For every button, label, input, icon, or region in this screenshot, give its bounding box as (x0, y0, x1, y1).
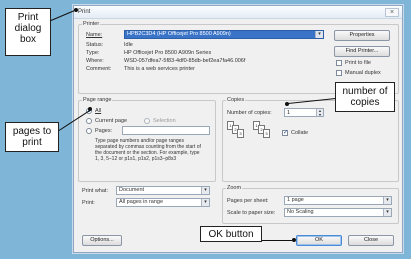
pages-per-sheet-select[interactable]: 1 page ▾ (284, 196, 392, 205)
spinner-icon[interactable]: ▴ ▾ (316, 109, 323, 116)
where-label: Where: (86, 58, 104, 64)
comment-label: Comment: (86, 66, 112, 72)
number-of-copies-label: Number of copies: (227, 110, 272, 116)
dialog-titlebar: Print × (74, 6, 402, 19)
callout-ok-button: OK button (200, 226, 262, 242)
chevron-down-icon[interactable]: ▾ (201, 199, 209, 206)
chevron-down-icon[interactable]: ▾ (315, 31, 323, 38)
properties-button[interactable]: Properties (334, 30, 390, 41)
collate-checkbox[interactable]: ✓ (282, 130, 288, 136)
printer-group-label: Printer (82, 21, 101, 27)
current-page-radio[interactable] (86, 118, 92, 124)
callout-print-dialog-line (50, 10, 75, 21)
close-window-icon[interactable]: × (385, 8, 399, 17)
zoom-group (222, 188, 399, 224)
where-value: WSD-057dfea7-5f83-4df0-85db-bef2ea7fa46.… (124, 58, 246, 64)
print-what-label: Print what: (82, 188, 108, 194)
pages-per-sheet-label: Pages per sheet: (227, 198, 269, 204)
collate-label: Collate (291, 130, 309, 136)
callout-print-dialog-text: Print dialog box (14, 12, 42, 45)
pages-input[interactable] (122, 126, 210, 135)
scale-label: Scale to paper size: (227, 210, 276, 216)
selection-label: Selection (153, 118, 176, 124)
print-to-file-label: Print to file (345, 60, 371, 66)
close-button-label: Close (363, 237, 379, 243)
selection-radio[interactable] (144, 118, 150, 124)
zoom-group-label: Zoom (226, 185, 243, 191)
printer-name-value: HPB2C3D4 (HP Officejet Pro 8500 A909n) (127, 31, 231, 37)
print-what-value: Document (119, 187, 145, 193)
print-value: All pages in range (119, 199, 164, 205)
callout-ok-button-text: OK button (208, 229, 254, 240)
find-printer-button-label: Find Printer... (345, 48, 379, 54)
pages-label: Pages: (95, 128, 113, 134)
manual-duplex-checkbox[interactable] (336, 70, 342, 76)
chevron-down-icon[interactable]: ▾ (383, 209, 391, 216)
print-what-select[interactable]: Document ▾ (116, 186, 210, 195)
properties-button-label: Properties (349, 32, 375, 38)
printer-name-select[interactable]: HPB2C3D4 (HP Officejet Pro 8500 A909n) ▾ (124, 30, 324, 39)
find-printer-button[interactable]: Find Printer... (334, 46, 390, 57)
print-to-file-checkbox[interactable] (336, 60, 342, 66)
print-dialog: Print × Printer Name: HPB2C3D4 (HP Offic… (73, 5, 403, 253)
page-range-description: Type page numbers and/or page ranges sep… (95, 138, 201, 162)
callout-ok-button-dot (292, 238, 296, 242)
callout-ok-button-line (262, 240, 292, 241)
pages-per-sheet-value: 1 page (287, 197, 304, 203)
pages-radio[interactable] (86, 128, 92, 134)
number-of-copies-value: 1 (287, 110, 291, 116)
status-label: Status: (86, 42, 104, 48)
callout-number-of-copies-text: number of copies (342, 86, 388, 108)
page-range-group-label: Page range (82, 97, 113, 103)
type-label: Type: (86, 50, 100, 56)
current-page-label: Current page (95, 118, 128, 124)
chevron-down-icon[interactable]: ▾ (383, 197, 391, 204)
close-button[interactable]: Close (348, 235, 394, 246)
print-select[interactable]: All pages in range ▾ (116, 198, 210, 207)
scale-value: No Scaling (287, 209, 314, 215)
callout-number-of-copies-dot (285, 102, 289, 106)
print-label: Print: (82, 200, 95, 206)
callout-print-dialog-dot (74, 8, 78, 12)
type-value: HP Officejet Pro 8500 A909n Series (124, 50, 212, 56)
callout-pages-to-print-dot (88, 107, 92, 111)
all-pages-label: All (95, 108, 102, 114)
scale-select[interactable]: No Scaling ▾ (284, 208, 392, 217)
options-button[interactable]: Options... (82, 235, 122, 246)
callout-print-dialog: Print dialog box (5, 8, 51, 56)
chevron-down-icon[interactable]: ▾ (201, 187, 209, 194)
callout-number-of-copies: number of copies (335, 82, 395, 112)
printer-name-label: Name: (86, 32, 103, 38)
ok-button-label: OK (315, 237, 323, 243)
collate-illustration-icon: 1 2 3 1 2 3 (227, 121, 307, 161)
manual-duplex-label: Manual duplex (345, 70, 381, 76)
callout-pages-to-print-text: pages to print (12, 126, 52, 148)
dialog-title: Print (78, 9, 91, 15)
comment-value: This is a web services printer (124, 66, 195, 72)
number-of-copies-input[interactable]: 1 ▴ ▾ (284, 108, 324, 117)
status-value: Idle (124, 42, 133, 48)
copies-group-label: Copies (226, 97, 246, 103)
callout-pages-to-print: pages to print (5, 122, 59, 152)
options-button-label: Options... (90, 237, 114, 243)
ok-button[interactable]: OK (296, 235, 342, 246)
